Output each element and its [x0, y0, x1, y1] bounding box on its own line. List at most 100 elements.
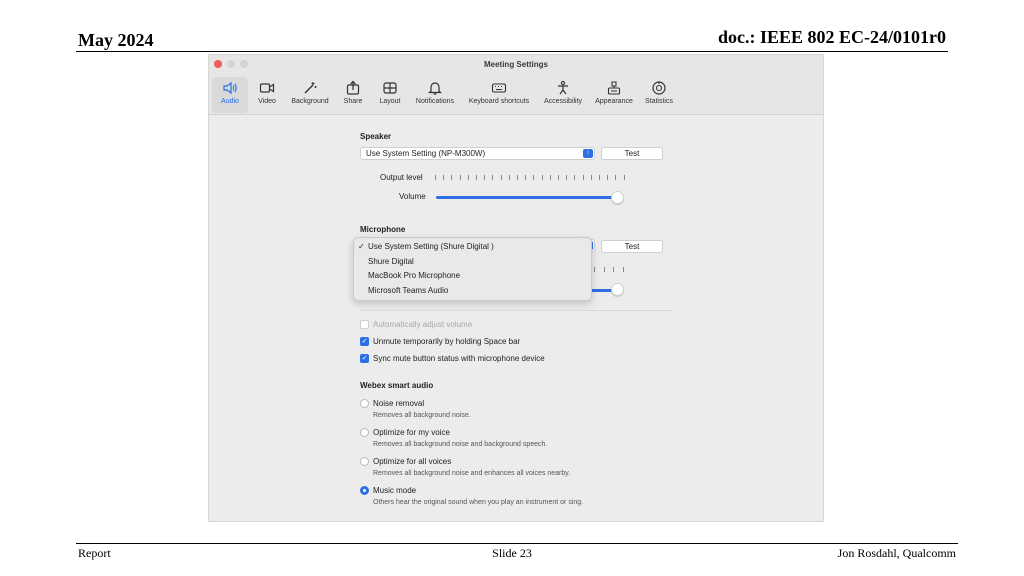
radio-label: Optimize for my voice — [373, 428, 450, 437]
microphone-test-button[interactable]: Test — [601, 240, 663, 253]
tab-label: Layout — [379, 98, 401, 105]
speaker-test-button[interactable]: Test — [601, 147, 663, 160]
meter-tick — [574, 175, 576, 180]
speaker-volume-slider[interactable] — [436, 196, 618, 199]
menu-item-microphone-option[interactable]: Shure Digital — [368, 257, 414, 266]
checkbox-sync-mute[interactable]: ✓ — [360, 354, 369, 363]
meter-tick — [615, 175, 617, 180]
meter-tick — [533, 175, 535, 180]
radio-optimize-my-voice[interactable] — [360, 428, 369, 437]
tab-appearance[interactable]: Appearance — [592, 77, 636, 113]
input-level-meter — [594, 267, 624, 275]
menu-item-microphone-option[interactable]: Use System Setting (Shure Digital ) — [368, 242, 494, 251]
meter-tick — [599, 175, 601, 180]
meter-tick — [451, 175, 453, 180]
tab-label: Audio — [221, 98, 239, 105]
tab-audio[interactable]: Audio — [212, 77, 248, 113]
header-rule — [76, 51, 948, 52]
chevron-updown-icon: ↕ — [583, 149, 593, 158]
meter-tick — [622, 267, 624, 272]
speaker-icon — [221, 80, 239, 96]
radio-description: Removes all background noise and enhance… — [373, 470, 571, 477]
bell-icon — [426, 80, 444, 96]
slide-doc-id: doc.: IEEE 802 EC-24/0101r0 — [717, 27, 946, 47]
tab-statistics[interactable]: Statistics — [641, 77, 677, 113]
tab-video[interactable]: Video — [252, 77, 282, 113]
tab-label: Background — [291, 98, 329, 105]
meter-tick — [525, 175, 527, 180]
radio-noise-removal[interactable] — [360, 399, 369, 408]
tab-label: Statistics — [644, 98, 673, 105]
microphone-dropdown-menu: ✓ Use System Setting (Shure Digital ) Sh… — [353, 237, 592, 301]
tab-label: Keyboard shortcuts — [468, 98, 530, 105]
tab-label: Share — [343, 98, 363, 105]
statistics-gauge-icon — [650, 80, 668, 96]
tab-label: Appearance — [595, 98, 633, 105]
share-upload-icon — [344, 80, 362, 96]
meter-tick — [484, 175, 486, 180]
meter-tick — [492, 175, 494, 180]
meter-tick — [590, 175, 592, 180]
menu-item-microphone-option[interactable]: Microsoft Teams Audio — [368, 286, 448, 295]
speaker-select[interactable]: Use System Setting (NP-M300W) ↕ — [360, 147, 595, 160]
output-level-meter — [435, 175, 625, 183]
titlebar: Meeting Settings Audio Video Background … — [209, 55, 823, 115]
tab-label: Accessibility — [543, 98, 583, 105]
appearance-icon — [605, 80, 623, 96]
meter-tick — [435, 175, 436, 180]
tab-notifications[interactable]: Notifications — [410, 77, 460, 113]
radio-description: Removes all background noise. — [373, 412, 471, 419]
meter-tick — [459, 175, 461, 180]
speaker-heading: Speaker — [360, 132, 392, 141]
window-title: Meeting Settings — [483, 60, 548, 69]
meter-tick — [467, 175, 469, 180]
smart-audio-heading: Webex smart audio — [360, 381, 434, 390]
checkbox-label: Automatically adjust volume — [373, 320, 473, 329]
checkbox-label: Sync mute button status with microphone … — [373, 354, 545, 363]
tab-share[interactable]: Share — [338, 77, 368, 113]
meter-tick — [603, 267, 605, 272]
tab-layout[interactable]: Layout — [374, 77, 406, 113]
speaker-volume-knob[interactable] — [611, 191, 624, 204]
meter-tick — [443, 175, 445, 180]
meter-tick — [566, 175, 568, 180]
meter-tick — [623, 175, 625, 180]
radio-description: Others hear the original sound when you … — [373, 499, 584, 506]
meter-tick — [594, 267, 595, 272]
volume-label: Volume — [399, 192, 426, 201]
menu-item-microphone-option[interactable]: MacBook Pro Microphone — [368, 271, 460, 280]
meter-tick — [582, 175, 584, 180]
meter-tick — [476, 175, 478, 180]
checkbox-label: Unmute temporarily by holding Space bar — [373, 337, 521, 346]
radio-label: Optimize for all voices — [373, 457, 452, 466]
meter-tick — [508, 175, 510, 180]
radio-description: Removes all background noise and backgro… — [373, 441, 548, 448]
meter-tick — [517, 175, 519, 180]
radio-label: Noise removal — [373, 399, 425, 408]
radio-optimize-all-voices[interactable] — [360, 457, 369, 466]
radio-music-mode[interactable] — [360, 486, 369, 495]
checkbox-auto-adjust-volume[interactable] — [360, 320, 369, 329]
output-level-label: Output level — [380, 173, 423, 182]
footer-rule — [76, 543, 958, 544]
microphone-heading: Microphone — [360, 225, 406, 234]
radio-label: Music mode — [373, 486, 417, 495]
meter-tick — [613, 267, 615, 272]
meter-tick — [500, 175, 502, 180]
keyboard-icon — [490, 80, 508, 96]
tab-keyboard-shortcuts[interactable]: Keyboard shortcuts — [463, 77, 535, 113]
microphone-volume-knob[interactable] — [611, 283, 624, 296]
speaker-select-value: Use System Setting (NP-M300W) — [366, 149, 486, 158]
magic-wand-icon — [301, 80, 319, 96]
meter-tick — [541, 175, 543, 180]
section-divider — [360, 310, 673, 311]
checkmark-icon: ✓ — [358, 242, 365, 251]
meter-tick — [558, 175, 560, 180]
meter-tick — [549, 175, 551, 180]
checkbox-unmute-space-bar[interactable]: ✓ — [360, 337, 369, 346]
tab-accessibility[interactable]: Accessibility — [540, 77, 586, 113]
footer-author: Jon Rosdahl, Qualcomm — [837, 546, 956, 560]
tab-label: Video — [258, 98, 276, 105]
tab-background[interactable]: Background — [287, 77, 333, 113]
meter-tick — [607, 175, 609, 180]
